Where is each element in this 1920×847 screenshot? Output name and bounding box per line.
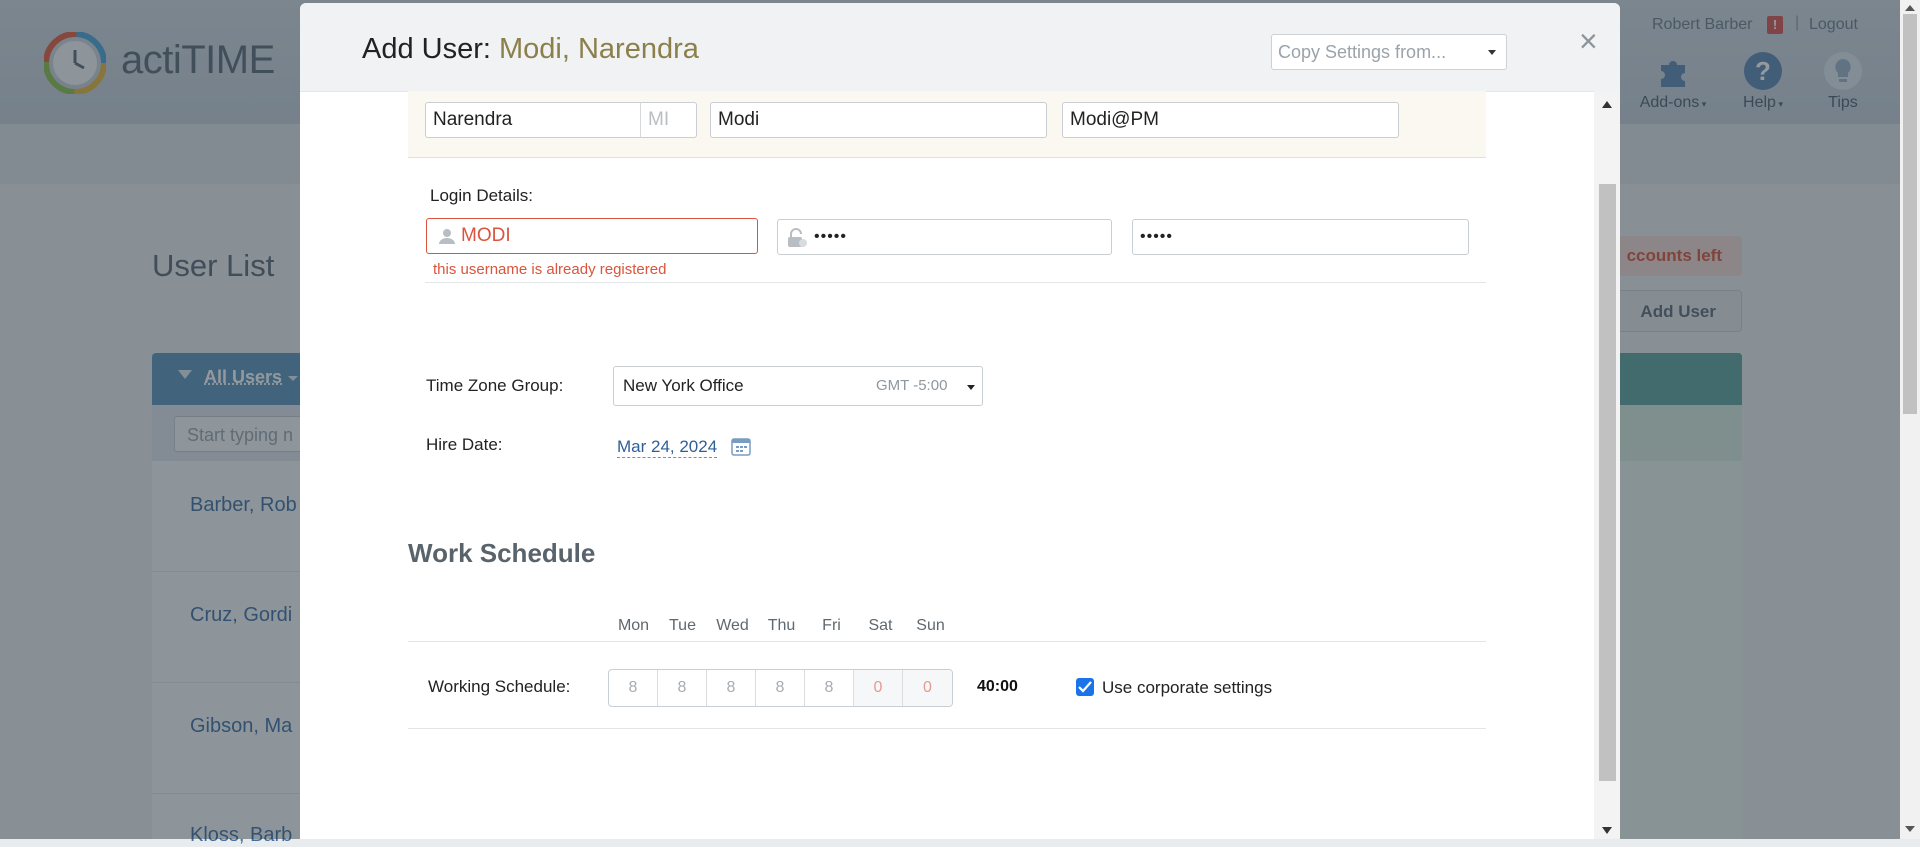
chevron-down-icon	[967, 385, 975, 390]
time-zone-offset: GMT -5:00	[876, 377, 948, 394]
dialog-title-user-name: Modi, Narendra	[499, 33, 699, 65]
hire-date-value[interactable]: Mar 24, 2024	[617, 437, 718, 458]
day-header: Fri	[822, 617, 841, 634]
dialog-title-prefix: Add User:	[362, 33, 499, 65]
confirm-password-field[interactable]: •••••	[1132, 219, 1469, 255]
scroll-down-arrow-icon[interactable]	[1602, 827, 1612, 834]
time-zone-value: New York Office	[623, 376, 744, 395]
divider	[408, 641, 1486, 642]
hours-input-tue[interactable]: 8	[658, 670, 707, 706]
divider	[425, 282, 1486, 283]
copy-settings-placeholder: Copy Settings from...	[1278, 42, 1447, 62]
close-icon[interactable]: ×	[1579, 25, 1598, 57]
hours-input-thu[interactable]: 8	[756, 670, 805, 706]
use-corporate-settings-checkbox[interactable]	[1076, 678, 1094, 696]
password-field[interactable]: •••••	[777, 219, 1112, 255]
working-schedule-label: Working Schedule:	[428, 677, 571, 696]
page-scrollbar[interactable]	[1900, 0, 1920, 839]
working-schedule-hours: 8 8 8 8 8 0 0	[608, 669, 953, 707]
chevron-down-icon	[1488, 50, 1496, 55]
password-value: •••••	[814, 228, 848, 245]
page-scrollbar-thumb[interactable]	[1903, 14, 1917, 414]
time-zone-group-label: Time Zone Group:	[426, 376, 564, 395]
divider	[408, 728, 1486, 729]
username-value: MODI	[461, 225, 511, 246]
time-zone-group-select[interactable]: New York Office GMT -5:00	[613, 366, 983, 406]
last-name-field[interactable]: Modi	[710, 102, 1047, 138]
day-header: Mon	[617, 617, 650, 634]
hours-input-sun[interactable]: 0	[903, 670, 952, 706]
hours-input-mon[interactable]: 8	[609, 670, 658, 706]
dialog-scrollbar-thumb[interactable]	[1599, 184, 1616, 781]
work-schedule-title: Work Schedule	[408, 538, 596, 568]
username-error-message: this username is already registered	[433, 261, 667, 278]
day-header: Tue	[669, 617, 696, 634]
hours-input-sat[interactable]: 0	[854, 670, 903, 706]
dialog-title: Add User: Modi, Narendra	[362, 33, 699, 66]
day-header: Thu	[767, 617, 796, 634]
username-field[interactable]: MODI	[426, 218, 758, 254]
email-field[interactable]: Modi@PM	[1062, 102, 1399, 138]
hours-input-wed[interactable]: 8	[707, 670, 756, 706]
calendar-icon[interactable]	[731, 436, 751, 456]
day-header: Wed	[716, 617, 749, 634]
hours-input-fri[interactable]: 8	[805, 670, 854, 706]
day-header: Sat	[868, 617, 893, 634]
login-details-label: Login Details:	[430, 186, 534, 205]
hire-date-label: Hire Date:	[426, 435, 503, 454]
weekly-total-hours: 40:00	[977, 678, 1018, 695]
add-user-dialog: Add User: Modi, Narendra Copy Settings f…	[300, 3, 1620, 839]
scroll-down-arrow-icon[interactable]	[1905, 826, 1915, 832]
lock-icon	[788, 228, 807, 247]
middle-initial-field[interactable]: MI	[640, 102, 697, 138]
user-icon	[439, 229, 455, 244]
scroll-up-arrow-icon[interactable]	[1905, 5, 1915, 11]
scroll-up-arrow-icon[interactable]	[1602, 101, 1612, 108]
day-header: Sun	[916, 617, 945, 634]
dialog-header: Add User: Modi, Narendra Copy Settings f…	[300, 3, 1620, 92]
checkmark-icon	[1078, 681, 1092, 693]
use-corporate-settings-label[interactable]: Use corporate settings	[1102, 678, 1272, 698]
copy-settings-select[interactable]: Copy Settings from...	[1271, 34, 1507, 70]
